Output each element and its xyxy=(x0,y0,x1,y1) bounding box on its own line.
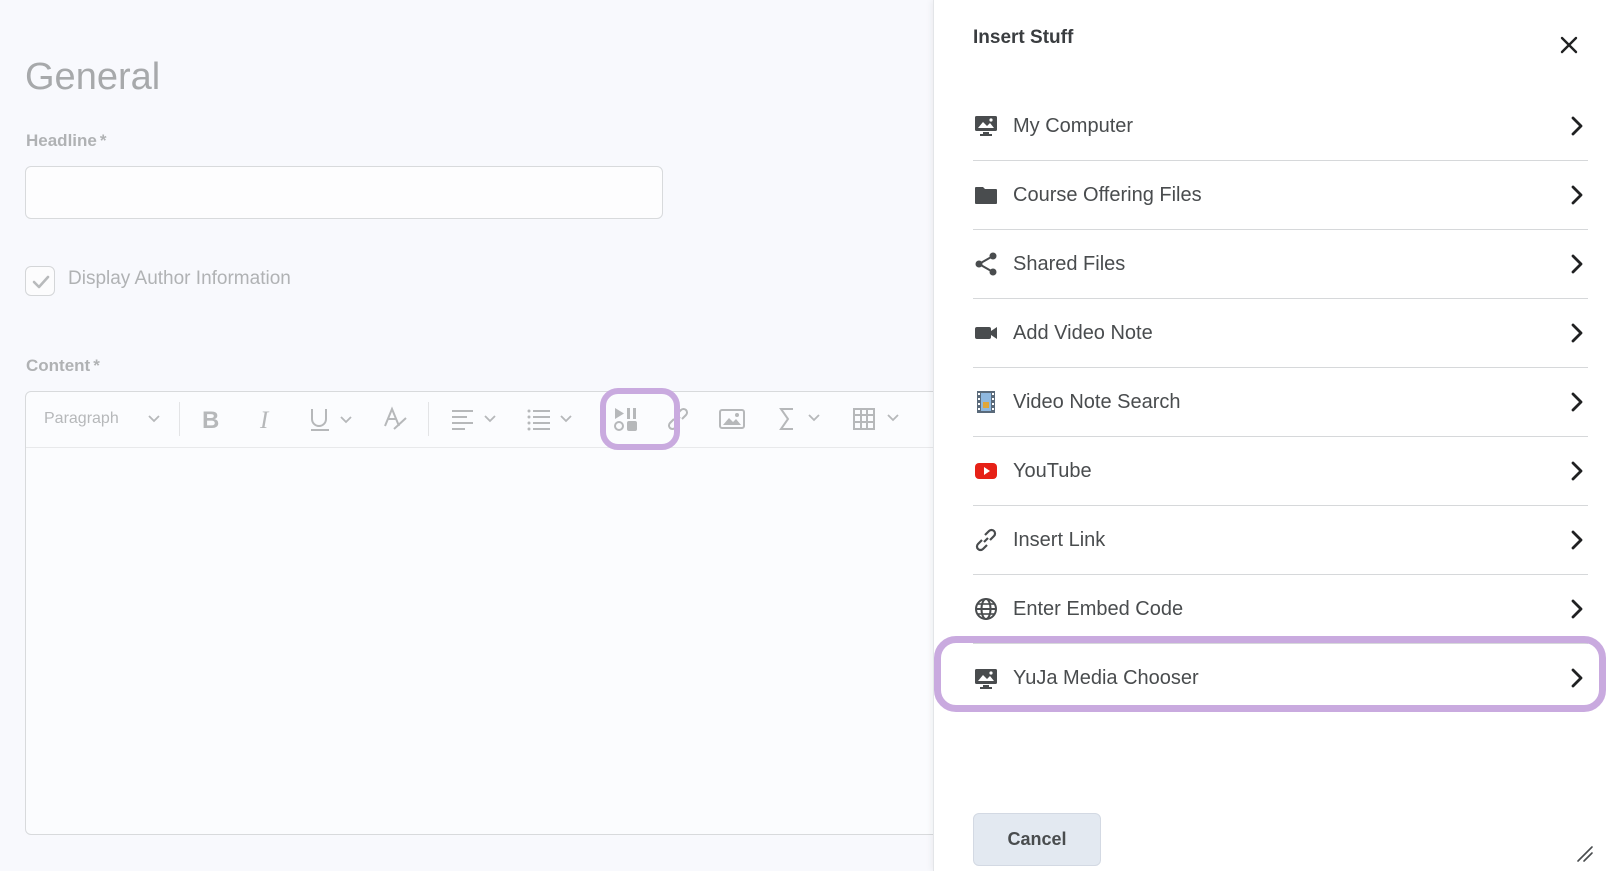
list-icon xyxy=(527,409,572,431)
menu-item-my-computer[interactable]: My Computer xyxy=(973,92,1588,161)
folder-icon xyxy=(973,182,999,208)
insert-source-list: My Computer Course Offering Files Shared… xyxy=(973,92,1588,713)
svg-text:I: I xyxy=(259,407,270,431)
menu-item-label: YuJa Media Chooser xyxy=(1013,667,1199,689)
required-marker: * xyxy=(93,356,100,375)
paragraph-format-value: Paragraph xyxy=(44,410,119,427)
menu-item-label: Insert Link xyxy=(1013,528,1106,551)
chevron-right-icon xyxy=(1571,323,1583,343)
menu-item-yuja-media-chooser[interactable]: YuJa Media Chooser xyxy=(973,644,1588,713)
table-button[interactable] xyxy=(852,404,902,434)
globe-icon xyxy=(973,596,999,622)
chevron-right-icon xyxy=(1571,116,1583,136)
film-icon xyxy=(973,389,999,415)
italic-button[interactable]: I xyxy=(258,404,274,434)
menu-item-youtube[interactable]: YouTube xyxy=(973,437,1588,506)
chevron-right-icon xyxy=(1571,254,1583,274)
bold-icon: B xyxy=(202,407,219,431)
clear-format-icon xyxy=(384,406,407,430)
display-author-label: Display Author Information xyxy=(68,268,291,289)
chevron-right-icon xyxy=(1571,599,1583,619)
insert-stuff-dialog: Insert Stuff My Computer Course Offering… xyxy=(933,0,1606,871)
computer-icon xyxy=(973,666,999,692)
chevron-right-icon xyxy=(1571,185,1583,205)
chevron-right-icon xyxy=(1571,461,1583,481)
chevron-down-icon xyxy=(148,415,160,423)
menu-item-label: Enter Embed Code xyxy=(1013,597,1184,620)
toolbar-separator xyxy=(428,402,429,436)
content-label-text: Content xyxy=(26,356,91,375)
required-marker: * xyxy=(99,131,107,150)
menu-item-video-note-search[interactable]: Video Note Search xyxy=(973,368,1588,437)
menu-item-shared-files[interactable]: Shared Files xyxy=(973,230,1588,299)
equation-icon xyxy=(779,408,820,430)
table-icon xyxy=(853,408,899,430)
menu-item-enter-embed-code[interactable]: Enter Embed Code xyxy=(973,575,1588,644)
chevron-right-icon xyxy=(1571,392,1583,412)
headline-label: Headline * xyxy=(26,131,106,151)
headline-input[interactable] xyxy=(25,166,663,219)
bold-button[interactable]: B xyxy=(201,404,221,434)
background-page: General Headline * Display Author Informa… xyxy=(0,0,946,871)
underline-button[interactable] xyxy=(309,404,353,434)
display-author-checkbox[interactable] xyxy=(25,266,55,296)
cancel-button[interactable]: Cancel xyxy=(973,813,1101,866)
content-label: Content * xyxy=(26,356,100,376)
menu-item-label: Shared Files xyxy=(1013,252,1126,275)
dialog-title: Insert Stuff xyxy=(973,27,1074,48)
resize-handle-icon[interactable] xyxy=(1576,845,1594,863)
link-icon xyxy=(973,527,999,553)
close-button[interactable] xyxy=(1557,33,1581,57)
menu-item-label: My Computer xyxy=(1013,114,1134,137)
insert-stuff-highlight xyxy=(600,388,680,450)
list-button[interactable] xyxy=(527,404,575,434)
close-icon xyxy=(1560,36,1578,54)
headline-label-text: Headline xyxy=(26,131,97,150)
youtube-icon xyxy=(973,458,999,484)
chevron-right-icon xyxy=(1571,668,1583,688)
menu-item-label: Add Video Note xyxy=(1013,321,1153,344)
video-camera-icon xyxy=(973,320,999,346)
check-icon xyxy=(32,275,50,289)
equation-button[interactable] xyxy=(778,404,824,434)
content-editor[interactable]: Paragraph B I xyxy=(25,388,946,835)
page-title: General xyxy=(25,56,161,98)
chevron-right-icon xyxy=(1571,530,1583,550)
align-button[interactable] xyxy=(451,404,499,434)
computer-icon xyxy=(973,113,999,139)
menu-item-course-offering-files[interactable]: Course Offering Files xyxy=(973,161,1588,230)
toolbar-separator xyxy=(179,402,180,436)
menu-item-add-video-note[interactable]: Add Video Note xyxy=(973,299,1588,368)
menu-item-label: Course Offering Files xyxy=(1013,183,1202,206)
clear-format-button[interactable] xyxy=(382,404,408,434)
menu-item-label: YouTube xyxy=(1013,459,1092,482)
underline-icon xyxy=(311,409,352,431)
svg-text:B: B xyxy=(202,407,219,431)
paragraph-format-select[interactable]: Paragraph xyxy=(44,404,161,434)
menu-item-label: Video Note Search xyxy=(1013,390,1181,413)
italic-icon: I xyxy=(259,407,270,431)
share-icon xyxy=(973,251,999,277)
image-button[interactable] xyxy=(719,404,745,434)
align-icon xyxy=(452,410,496,430)
editor-toolbar: Paragraph B I xyxy=(26,392,946,448)
image-icon xyxy=(719,409,745,429)
menu-item-insert-link[interactable]: Insert Link xyxy=(973,506,1588,575)
